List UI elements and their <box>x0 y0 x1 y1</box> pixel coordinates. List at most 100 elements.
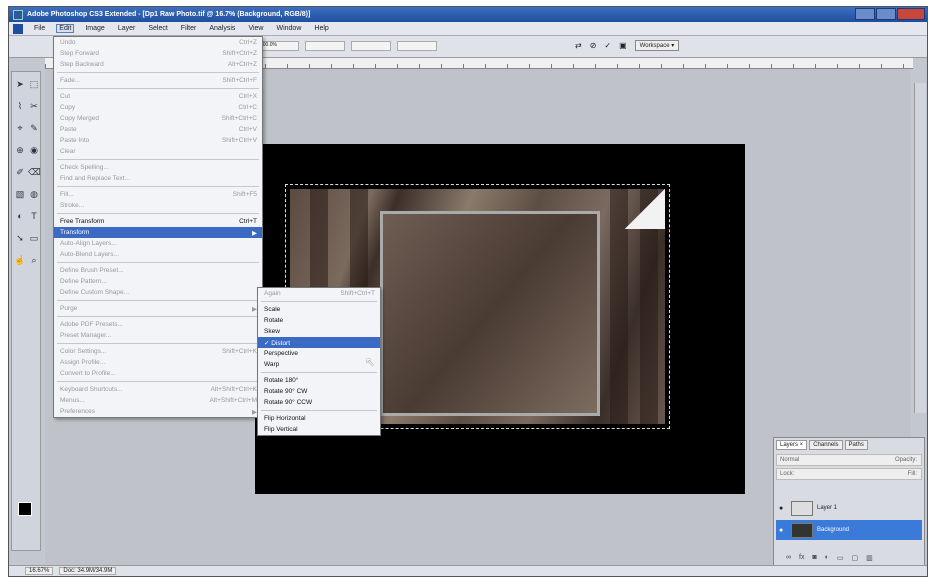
menu-item-color-settings[interactable]: Color Settings... Shift+Ctrl+K <box>54 346 262 357</box>
menu-item-clear[interactable]: Clear <box>54 146 262 157</box>
menu-item-perspective[interactable]: Perspective <box>258 348 380 359</box>
tool-icon[interactable]: ▧ <box>14 188 26 200</box>
close-button[interactable] <box>897 8 925 20</box>
tool-icon[interactable]: ➤ <box>14 78 26 90</box>
panel-tab[interactable]: Paths <box>844 440 868 450</box>
new-layer-icon[interactable]: ▢ <box>852 554 859 564</box>
menu-item-rotate[interactable]: Rotate <box>258 315 380 326</box>
eye-icon[interactable]: ● <box>779 505 787 512</box>
menu-item-paste-into[interactable]: Paste Into Shift+Ctrl+V <box>54 135 262 146</box>
tool-icon[interactable]: ➘ <box>14 232 26 244</box>
field-3[interactable] <box>351 41 391 51</box>
menu-item-auto-blend-layers[interactable]: Auto-Blend Layers... <box>54 249 262 260</box>
tool-icon[interactable]: ⌇ <box>14 100 26 112</box>
menu-edit[interactable]: Edit <box>56 24 75 33</box>
tool-icon[interactable]: ◍ <box>28 188 40 200</box>
tool-icon[interactable]: ✂ <box>28 100 40 112</box>
menu-window[interactable]: Window <box>274 25 303 32</box>
menu-item-step-forward[interactable]: Step Forward Shift+Ctrl+Z <box>54 48 262 59</box>
blend-mode-select[interactable]: Normal Opacity: <box>776 454 922 466</box>
menu-item-step-backward[interactable]: Step Backward Alt+Ctrl+Z <box>54 59 262 70</box>
adjustment-icon[interactable]: ◐ <box>825 554 829 564</box>
trash-icon[interactable]: ▥ <box>866 554 873 564</box>
fx-icon[interactable]: fx <box>799 554 804 564</box>
menu-item-preset-manager[interactable]: Preset Manager... <box>54 330 262 341</box>
lock-row[interactable]: Lock: Fill: <box>776 468 922 480</box>
workspace-button[interactable]: Workspace ▾ <box>634 40 680 51</box>
tool-icon[interactable]: ☝ <box>14 254 26 266</box>
eye-icon[interactable]: ● <box>779 527 787 534</box>
menu-item-fade[interactable]: Fade... Shift+Ctrl+F <box>54 75 262 86</box>
commit-check-icon[interactable]: ✓ <box>604 41 611 50</box>
link-icon[interactable]: ∞ <box>786 554 791 564</box>
menu-image[interactable]: Image <box>83 25 106 32</box>
layer-row[interactable]: ● Layer 1 <box>776 498 922 518</box>
menu-item-adobe-pdf-presets[interactable]: Adobe PDF Presets... <box>54 319 262 330</box>
tool-icon[interactable]: ◉ <box>28 144 40 156</box>
menu-item-purge[interactable]: Purge ▶ <box>54 303 262 314</box>
menu-item-copy-merged[interactable]: Copy Merged Shift+Ctrl+C <box>54 113 262 124</box>
layer-row[interactable]: ● Background <box>776 520 922 540</box>
foreground-color-swatch[interactable] <box>18 502 32 516</box>
menu-filter[interactable]: Filter <box>179 25 199 32</box>
menu-item-stroke[interactable]: Stroke... <box>54 200 262 211</box>
tool-icon[interactable]: ⌕ <box>28 254 40 266</box>
tool-icon[interactable]: ✐ <box>14 166 26 178</box>
menu-help[interactable]: Help <box>312 25 330 32</box>
mask-icon[interactable]: ◙ <box>812 554 816 564</box>
menu-item-define-pattern[interactable]: Define Pattern... <box>54 276 262 287</box>
tool-icon[interactable]: ⬚ <box>28 78 40 90</box>
minimize-button[interactable] <box>855 8 875 20</box>
doc-size[interactable]: Doc: 34.9M/34.9M <box>59 567 117 575</box>
menu-item-preferences[interactable]: Preferences ▶ <box>54 406 262 417</box>
menu-item-paste[interactable]: Paste Ctrl+V <box>54 124 262 135</box>
maximize-button[interactable] <box>876 8 896 20</box>
warp-icon[interactable]: ⇄ <box>575 41 582 50</box>
menu-item-scale[interactable]: Scale <box>258 304 380 315</box>
menu-item-rotate-90-cw[interactable]: Rotate 90° CW <box>258 386 380 397</box>
menu-item-convert-to-profile[interactable]: Convert to Profile... <box>54 368 262 379</box>
menu-file[interactable]: File <box>32 25 47 32</box>
folder-icon[interactable]: ▭ <box>837 554 844 564</box>
field-4[interactable] <box>397 41 437 51</box>
menu-layer[interactable]: Layer <box>116 25 138 32</box>
menu-view[interactable]: View <box>246 25 265 32</box>
zoom-level[interactable]: 16.67% <box>25 567 54 575</box>
menu-item-distort[interactable]: ✓ Distort <box>258 337 380 348</box>
menu-item-copy[interactable]: Copy Ctrl+C <box>54 102 262 113</box>
tool-icon[interactable]: T <box>28 210 40 222</box>
menu-item-free-transform[interactable]: Free Transform Ctrl+T <box>54 216 262 227</box>
menu-item-check-spelling[interactable]: Check Spelling... <box>54 162 262 173</box>
menu-item-flip-horizontal[interactable]: Flip Horizontal <box>258 413 380 424</box>
menu-item-flip-vertical[interactable]: Flip Vertical <box>258 424 380 435</box>
tool-icon[interactable]: ✎ <box>28 122 40 134</box>
menu-item-find-and-replace-text[interactable]: Find and Replace Text... <box>54 173 262 184</box>
menu-select[interactable]: Select <box>146 25 169 32</box>
panel-tab[interactable]: Layers × <box>776 440 808 450</box>
menu-item-undo[interactable]: Undo Ctrl+Z <box>54 37 262 48</box>
menu-item-menus[interactable]: Menus... Alt+Shift+Ctrl+M <box>54 395 262 406</box>
tool-icon[interactable]: ⊕ <box>14 144 26 156</box>
tool-icon[interactable]: ⌫ <box>28 166 41 178</box>
tool-icon[interactable]: ⌖ <box>14 122 26 134</box>
menu-item-fill[interactable]: Fill... Shift+F5 <box>54 189 262 200</box>
tool-icon[interactable]: ◐ <box>14 210 26 222</box>
cancel-icon[interactable]: ⊘ <box>590 41 597 50</box>
menu-item-assign-profile[interactable]: Assign Profile... <box>54 357 262 368</box>
menu-item-warp[interactable]: Warp <box>258 359 380 370</box>
tool-icon[interactable]: ▭ <box>28 232 40 244</box>
bridge-icon[interactable]: ▣ <box>619 41 627 50</box>
menu-item-again[interactable]: Again Shift+Ctrl+T <box>258 288 380 299</box>
menu-item-keyboard-shortcuts[interactable]: Keyboard Shortcuts... Alt+Shift+Ctrl+K <box>54 384 262 395</box>
panel-tab[interactable]: Channels <box>809 440 843 450</box>
field-2[interactable] <box>305 41 345 51</box>
menu-analysis[interactable]: Analysis <box>207 25 237 32</box>
menu-item-transform[interactable]: Transform ▶ <box>54 227 262 238</box>
menu-item-auto-align-layers[interactable]: Auto-Align Layers... <box>54 238 262 249</box>
zoom-field[interactable]: 100.0% <box>259 41 299 51</box>
menu-item-define-custom-shape[interactable]: Define Custom Shape... <box>54 287 262 298</box>
menu-item-rotate-90-ccw[interactable]: Rotate 90° CCW <box>258 397 380 408</box>
menu-item-cut[interactable]: Cut Ctrl+X <box>54 91 262 102</box>
menu-item-define-brush-preset[interactable]: Define Brush Preset... <box>54 265 262 276</box>
menu-item-rotate-180[interactable]: Rotate 180° <box>258 375 380 386</box>
